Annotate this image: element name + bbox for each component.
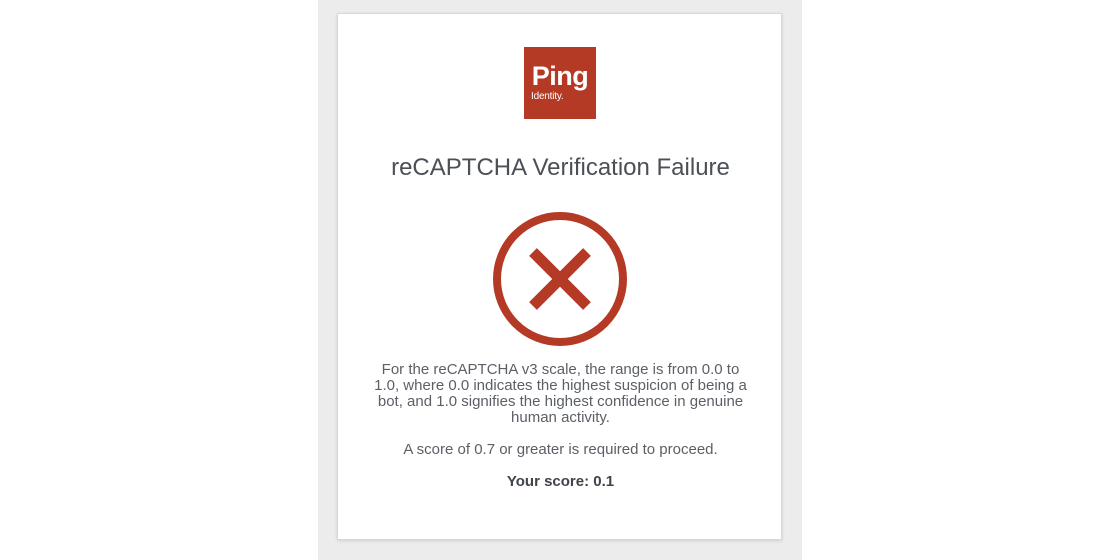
score-requirement: A score of 0.7 or greater is required to… — [403, 441, 718, 458]
user-score: Your score: 0.1 — [506, 473, 615, 490]
verification-card: Ping Identity. reCAPTCHA Verification Fa… — [337, 13, 782, 540]
logo-sub-text: Identity. — [531, 91, 564, 102]
ping-identity-logo: Ping Identity. — [524, 47, 596, 119]
score-explanation: For the reCAPTCHA v3 scale, the range is… — [374, 361, 747, 426]
page-title: reCAPTCHA Verification Failure — [391, 154, 730, 181]
logo-main-text: Ping — [531, 61, 589, 91]
page: Ping Identity. reCAPTCHA Verification Fa… — [0, 0, 1120, 560]
error-x-icon — [493, 212, 627, 346]
